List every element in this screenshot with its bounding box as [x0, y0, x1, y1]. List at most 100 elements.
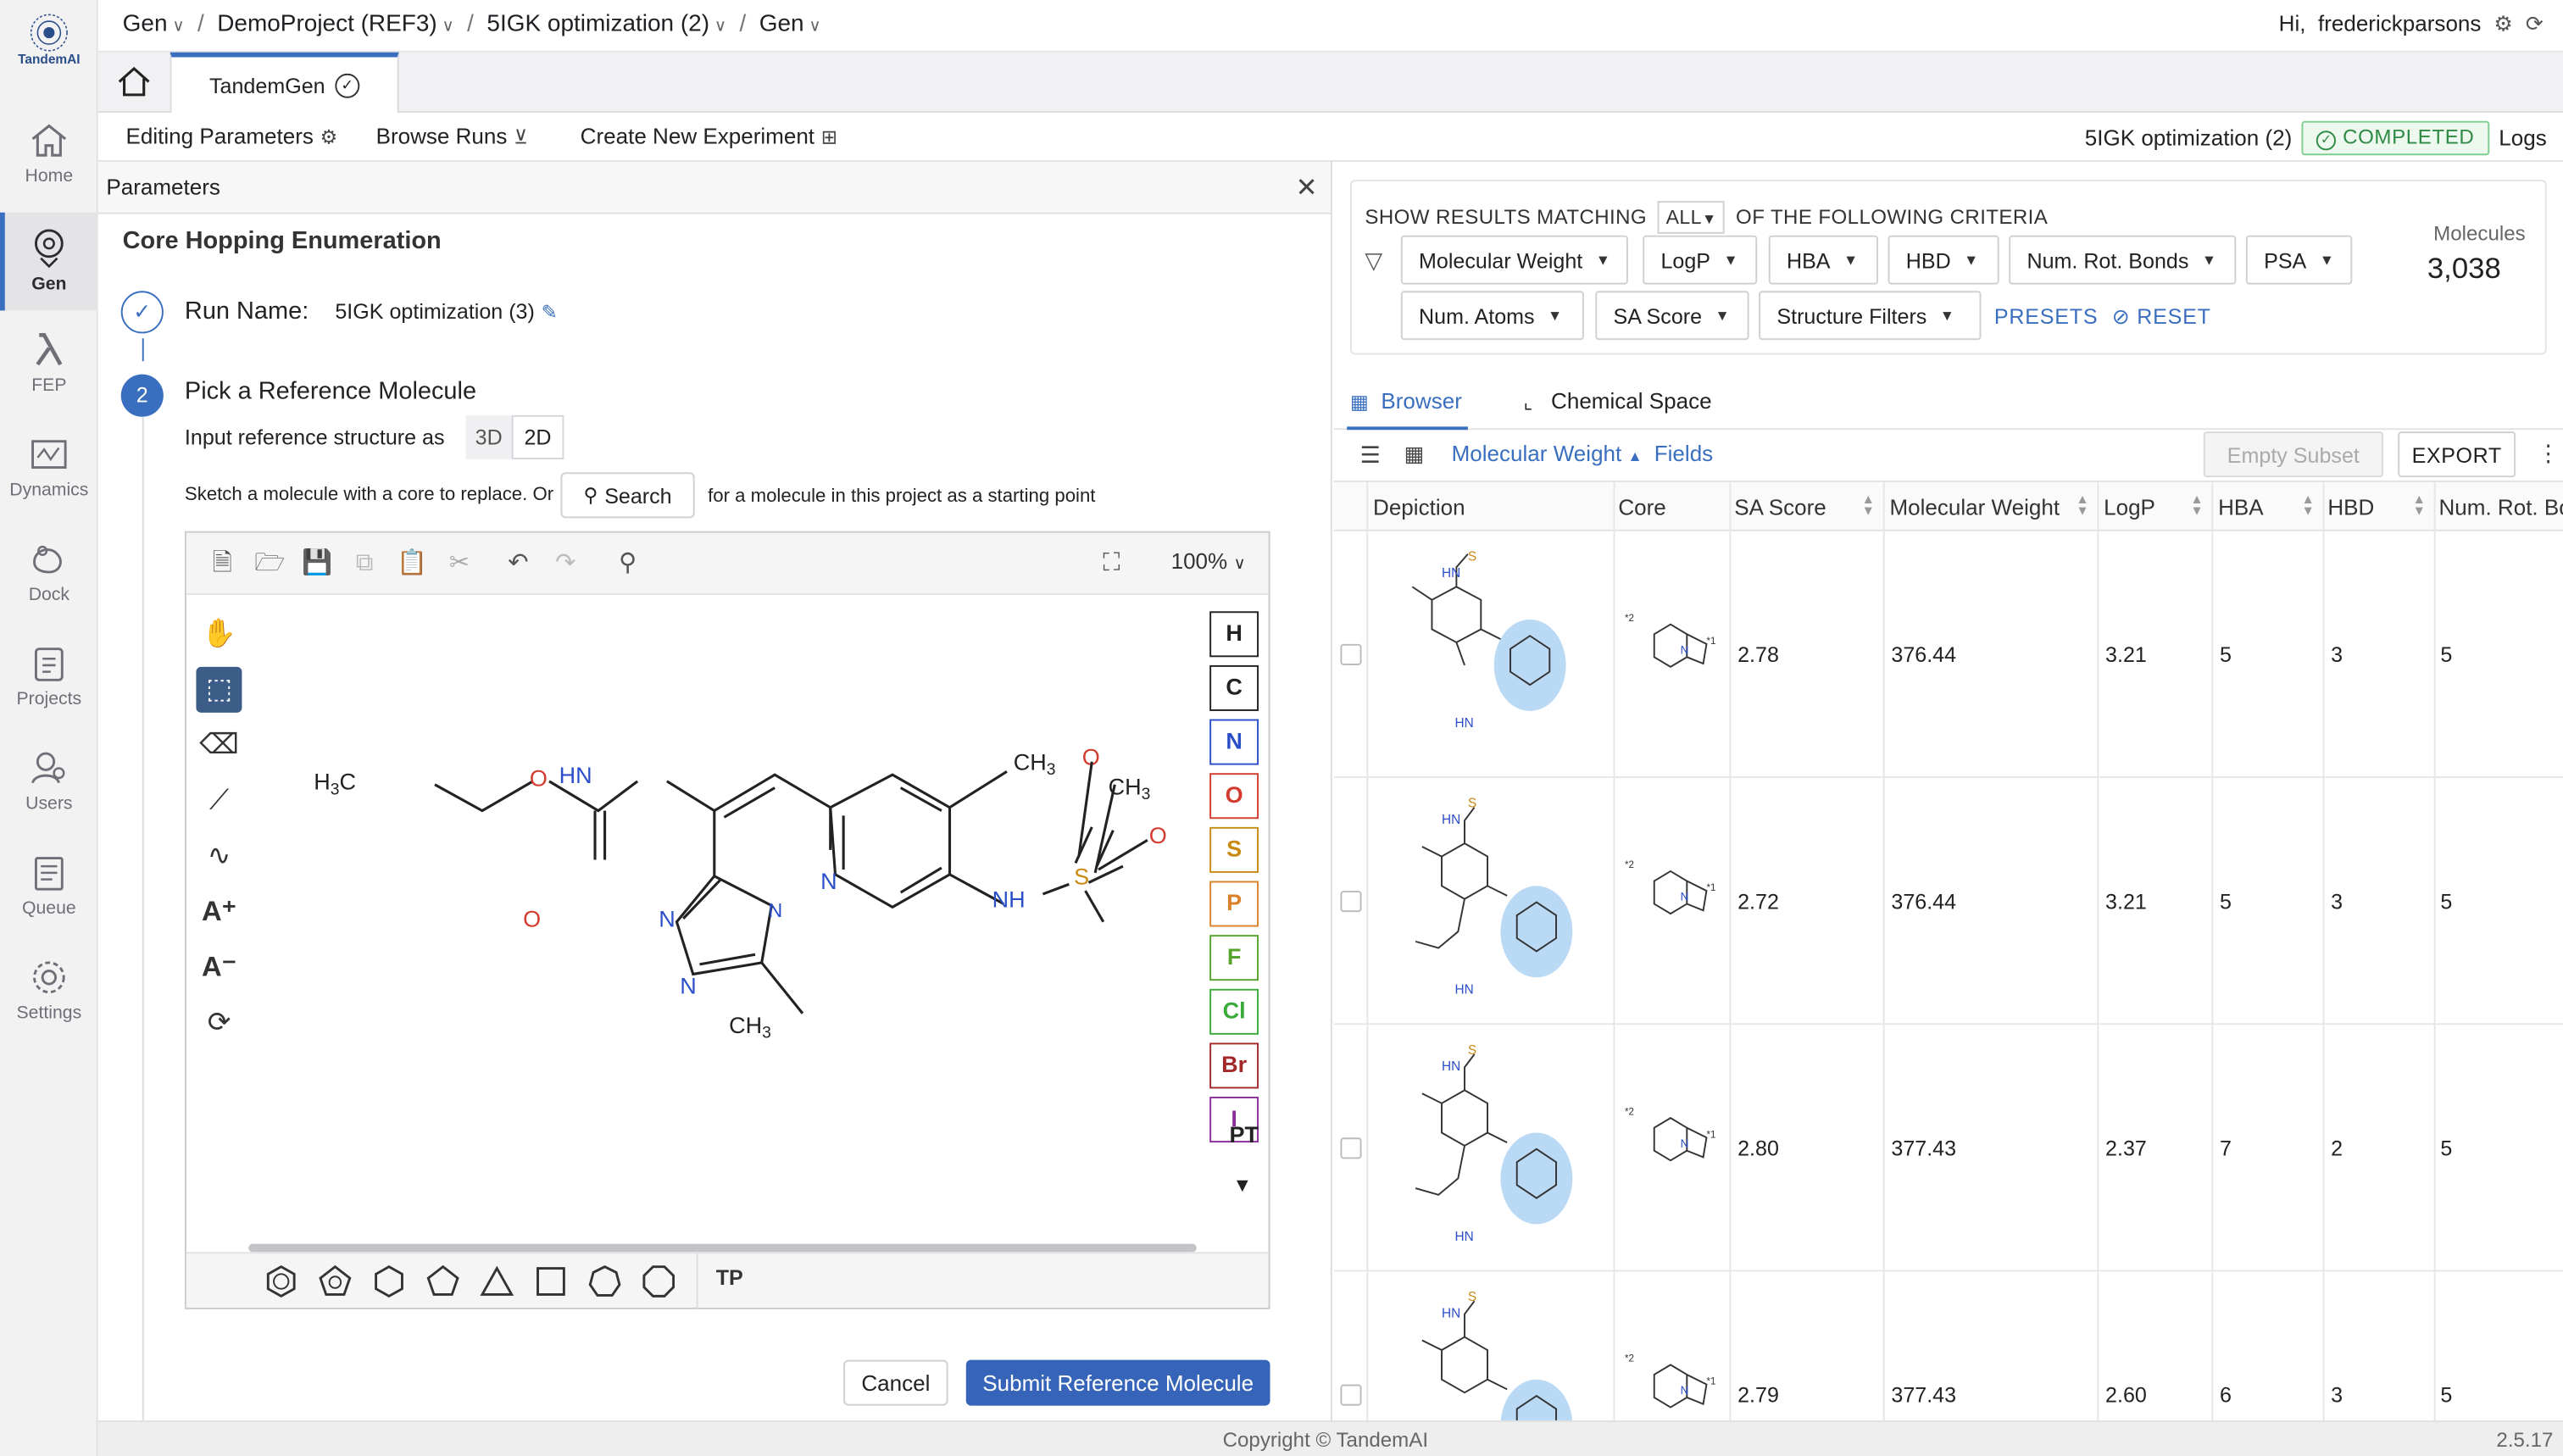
user-box: Hi, frederickparsons ⚙ ⟳ [2279, 12, 2544, 38]
undo-icon[interactable]: ↶ [502, 547, 535, 581]
gear-icon[interactable]: ⚙ [2494, 12, 2512, 36]
cyclobutane-icon[interactable] [533, 1264, 569, 1299]
svg-text:HN: HN [1454, 1230, 1473, 1244]
cycloheptane-icon[interactable] [587, 1264, 622, 1299]
logs-link[interactable]: Logs [2499, 126, 2546, 151]
zoom-select[interactable]: 100% ∨ [1171, 549, 1246, 574]
app-logo[interactable]: TandemAI [8, 10, 90, 82]
submit-reference-button[interactable]: Submit Reference Molecule [965, 1359, 1270, 1406]
charge-plus-icon[interactable]: A⁺ [196, 889, 242, 935]
breadcrumb-run[interactable]: 5IGK optimization (2) [486, 12, 709, 38]
toggle-2d[interactable]: 2D [511, 414, 564, 459]
breadcrumb-project[interactable]: DemoProject (REF3) [217, 12, 437, 38]
open-folder-icon[interactable]: 🗁 [253, 547, 286, 581]
home-tab[interactable] [98, 53, 170, 111]
nav-queue[interactable]: Queue [0, 840, 98, 938]
table-row[interactable]: HN S HN *2 *1 N 2.78 376.44 3.21 5 3 5 [1333, 531, 2563, 779]
username[interactable]: frederickparsons [2318, 12, 2481, 36]
rotate-icon[interactable]: ⟳ [196, 1000, 242, 1046]
nav-users[interactable]: Users [0, 736, 98, 834]
cyclohexane-icon[interactable] [371, 1264, 407, 1299]
atom-button-cl[interactable]: Cl [1209, 988, 1259, 1035]
row-checkbox[interactable] [1340, 643, 1362, 665]
breadcrumb-module[interactable]: Gen [759, 12, 804, 38]
tab-tandemgen[interactable]: TandemGen ✓ [170, 52, 399, 114]
nav-dock[interactable]: Dock [0, 526, 98, 625]
svg-text:HN: HN [559, 763, 592, 788]
cyclooctane-icon[interactable] [641, 1264, 676, 1299]
close-icon[interactable]: ✕ [1296, 172, 1318, 205]
structure-icon[interactable]: ⚲ [611, 547, 644, 581]
table-row[interactable]: HN S HN *2 *1 N 2.80 377.43 2.37 7 2 5 [1333, 1025, 2563, 1272]
atom-button-p[interactable]: P [1209, 881, 1259, 927]
pencil-icon[interactable]: ✎ [542, 301, 558, 324]
chevron-down-icon[interactable]: ∨ [714, 18, 726, 36]
atom-button-h[interactable]: H [1209, 611, 1259, 658]
parameters-header: Parameters ✕ [97, 161, 1331, 214]
cyclopropane-icon[interactable] [479, 1264, 514, 1299]
atom-button-c[interactable]: C [1209, 664, 1259, 711]
chevron-down-icon[interactable]: ∨ [442, 18, 454, 36]
row-checkbox[interactable] [1340, 1384, 1362, 1406]
chevron-down-icon[interactable]: ∨ [809, 18, 820, 36]
benzene-icon[interactable] [264, 1264, 299, 1299]
search-button[interactable]: ⚲ Search [560, 472, 695, 519]
core-depiction: *2 *1 N [1625, 1354, 1715, 1409]
hba-cell: 6 [2220, 1382, 2232, 1408]
dock-icon [33, 545, 62, 574]
nav-dynamics[interactable]: Dynamics [0, 422, 98, 520]
step-complete-icon: ✓ [120, 291, 164, 334]
periodic-table-button[interactable]: PT [1230, 1121, 1259, 1148]
molecule-editor: 🗎 🗁 💾 ⧉ 📋 ✂ ↶ ↷ ⚲ ⛶ 100% ∨ ✋ ⬚ ⌫ ⟋ ∿ A⁺ … [184, 531, 1270, 1309]
row-checkbox[interactable] [1340, 891, 1362, 913]
bond-icon[interactable]: ⟋ [196, 778, 242, 824]
run-name-value[interactable]: 5IGK optimization (3) ✎ [335, 299, 558, 324]
editor-canvas[interactable]: H3C O O HN N N N N CH3 CH3 NH S O O CH3 [252, 595, 1203, 1246]
cyclopentadiene-icon[interactable] [317, 1264, 353, 1299]
copy-icon[interactable]: ⧉ [348, 547, 381, 581]
svg-text:N: N [659, 907, 675, 932]
chevron-down-icon: ∨ [1233, 555, 1246, 574]
table-row[interactable]: HNSHN*2*1N2.79377.432.60635 [1334, 1271, 2563, 1420]
horizontal-scrollbar[interactable] [248, 1243, 1197, 1253]
breadcrumb-gen[interactable]: Gen [123, 12, 168, 38]
browse-runs-button[interactable]: Browse Runs ⊻ [376, 125, 529, 149]
chain-icon[interactable]: ∿ [196, 834, 242, 880]
cyclopentane-icon[interactable] [425, 1264, 460, 1299]
templates-button[interactable]: TP [716, 1265, 743, 1290]
chevron-down-icon[interactable]: ∨ [172, 18, 184, 36]
eraser-icon[interactable]: ⌫ [196, 722, 242, 768]
table-row[interactable]: HN S HN *2 *1 N 2.72 376.44 3.21 5 3 5 [1333, 778, 2563, 1025]
nav-settings[interactable]: Settings [0, 945, 98, 1043]
save-icon[interactable]: 💾 [301, 547, 334, 581]
core-depiction: *2 *1 N [1625, 614, 1715, 668]
nav-projects[interactable]: Projects [0, 631, 98, 729]
atom-button-s[interactable]: S [1209, 826, 1259, 873]
caret-down-icon[interactable]: ▼ [1232, 1174, 1252, 1197]
paste-icon[interactable]: 📋 [396, 547, 429, 581]
check-circle-icon: ✓ [2316, 131, 2337, 151]
hand-icon[interactable]: ✋ [196, 611, 242, 657]
nav-gen[interactable]: Gen [0, 212, 98, 311]
logout-icon[interactable]: ⟳ [2526, 12, 2544, 36]
editing-parameters-button[interactable]: Editing Parameters ⚙ [126, 125, 338, 149]
toggle-3d[interactable]: 3D [465, 414, 512, 459]
fullscreen-icon[interactable]: ⛶ [1095, 547, 1128, 581]
rot-bonds-cell: 5 [2440, 1136, 2453, 1161]
nav-home[interactable]: Home [0, 108, 98, 206]
version: 2.5.17 [2496, 1428, 2554, 1452]
cut-icon[interactable]: ✂ [443, 547, 476, 581]
row-checkbox[interactable] [1340, 1137, 1362, 1159]
cancel-button[interactable]: Cancel [843, 1359, 948, 1406]
select-icon[interactable]: ⬚ [196, 666, 242, 713]
atom-button-br[interactable]: Br [1209, 1042, 1259, 1089]
atom-button-o[interactable]: O [1209, 773, 1259, 820]
nav-fep[interactable]: FEP [0, 317, 98, 415]
atom-button-n[interactable]: N [1209, 719, 1259, 765]
create-experiment-button[interactable]: Create New Experiment ⊞ [581, 125, 838, 149]
atom-button-f[interactable]: F [1209, 935, 1259, 981]
new-document-icon[interactable]: 🗎 [206, 547, 239, 581]
column-divider [1366, 481, 1369, 1420]
redo-icon[interactable]: ↷ [549, 547, 582, 581]
charge-minus-icon[interactable]: A⁻ [196, 945, 242, 991]
